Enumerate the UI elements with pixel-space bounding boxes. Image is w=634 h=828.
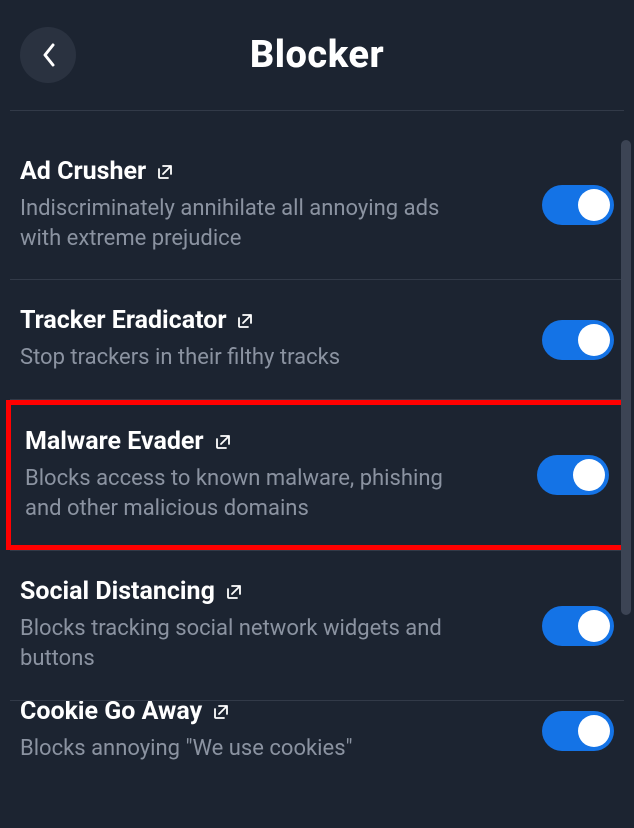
header: Blocker bbox=[0, 0, 634, 110]
setting-desc: Blocks annoying "We use cookies" bbox=[20, 734, 460, 760]
setting-title-line[interactable]: Ad Crusher bbox=[20, 157, 524, 186]
setting-title: Social Distancing bbox=[20, 577, 215, 606]
setting-desc: Indiscriminately annihilate all annoying… bbox=[20, 194, 460, 253]
scrollbar[interactable] bbox=[621, 140, 631, 615]
setting-title: Ad Crusher bbox=[20, 157, 146, 186]
setting-text: Cookie Go Away Blocks annoying "We use c… bbox=[20, 701, 524, 761]
setting-text: Social Distancing Blocks tracking social… bbox=[20, 577, 524, 673]
setting-text: Ad Crusher Indiscriminately annihilate a… bbox=[20, 157, 524, 253]
setting-row-social-distancing: Social Distancing Blocks tracking social… bbox=[0, 551, 634, 699]
setting-toggle-tracker-eradicator[interactable] bbox=[542, 320, 614, 360]
setting-desc: Blocks access to known malware, phishing… bbox=[25, 464, 465, 523]
setting-title-line[interactable]: Tracker Eradicator bbox=[20, 306, 524, 335]
setting-toggle-social-distancing[interactable] bbox=[542, 606, 614, 646]
setting-toggle-malware-evader[interactable] bbox=[537, 455, 609, 495]
setting-title-line[interactable]: Social Distancing bbox=[20, 577, 524, 606]
setting-row-ad-crusher: Ad Crusher Indiscriminately annihilate a… bbox=[0, 131, 634, 279]
setting-row-cookie-go-away: Cookie Go Away Blocks annoying "We use c… bbox=[0, 701, 634, 761]
external-link-icon bbox=[225, 583, 243, 601]
setting-toggle-ad-crusher[interactable] bbox=[542, 185, 614, 225]
setting-text: Tracker Eradicator Stop trackers in thei… bbox=[20, 306, 524, 373]
setting-title-line[interactable]: Cookie Go Away bbox=[20, 701, 524, 727]
external-link-icon bbox=[236, 312, 254, 330]
page-title: Blocker bbox=[0, 33, 634, 77]
external-link-icon bbox=[156, 163, 174, 181]
back-button[interactable] bbox=[20, 27, 76, 83]
setting-title: Malware Evader bbox=[25, 427, 204, 456]
setting-row-tracker-eradicator: Tracker Eradicator Stop trackers in thei… bbox=[0, 280, 634, 399]
setting-title-line[interactable]: Malware Evader bbox=[25, 427, 519, 456]
chevron-left-icon bbox=[41, 43, 55, 67]
setting-desc: Stop trackers in their filthy tracks bbox=[20, 343, 460, 373]
setting-desc: Blocks tracking social network widgets a… bbox=[20, 614, 460, 673]
settings-list: Ad Crusher Indiscriminately annihilate a… bbox=[0, 111, 634, 761]
external-link-icon bbox=[214, 433, 232, 451]
setting-toggle-cookie-go-away[interactable] bbox=[542, 711, 614, 751]
setting-title: Cookie Go Away bbox=[20, 701, 202, 727]
setting-row-malware-evader: Malware Evader Blocks access to known ma… bbox=[11, 405, 623, 545]
highlighted-setting: Malware Evader Blocks access to known ma… bbox=[6, 400, 628, 550]
setting-title: Tracker Eradicator bbox=[20, 306, 226, 335]
external-link-icon bbox=[212, 703, 230, 721]
setting-text: Malware Evader Blocks access to known ma… bbox=[25, 427, 519, 523]
